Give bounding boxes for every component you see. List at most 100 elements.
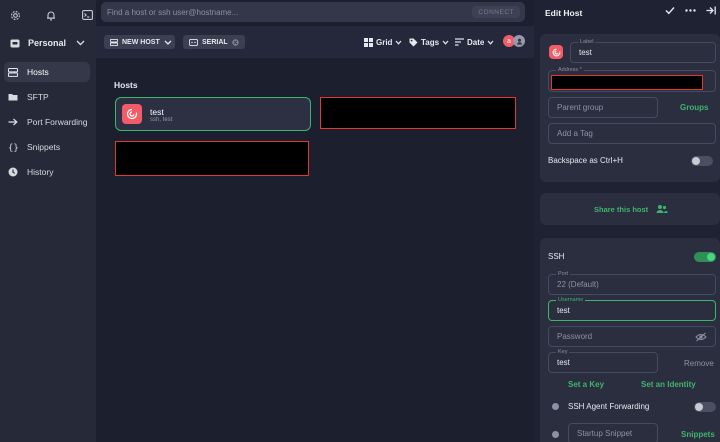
terminal-icon[interactable]: [80, 8, 94, 22]
host-card[interactable]: test ssh, test: [115, 97, 311, 131]
sort-date-dropdown[interactable]: Date: [455, 35, 494, 49]
username-value: test: [557, 306, 570, 315]
set-key-link[interactable]: Set a Key: [568, 380, 604, 389]
label-caption: Label: [578, 39, 596, 46]
parent-group-placeholder: Parent group: [557, 103, 604, 112]
debian-icon: [549, 45, 563, 59]
port-forwarding-icon: [8, 117, 18, 127]
vault-icon: [8, 36, 22, 50]
groups-link[interactable]: Groups: [680, 103, 708, 112]
main-content: Find a host or ssh user@hostname... CONN…: [96, 0, 534, 442]
add-tag-field[interactable]: Add a Tag: [548, 123, 716, 144]
backspace-toggle[interactable]: [691, 156, 713, 166]
sidebar-item-history[interactable]: History: [4, 162, 90, 182]
add-member-icon[interactable]: [513, 35, 525, 47]
set-identity-link[interactable]: Set an Identity: [641, 380, 696, 389]
redacted-address: [551, 75, 703, 90]
sidebar-item-label: SFTP: [27, 92, 49, 102]
sidebar-item-label: Snippets: [27, 142, 61, 152]
sidebar-item-label: Hosts: [27, 67, 49, 77]
hosts-icon: [8, 67, 18, 77]
ssh-label: SSH: [548, 252, 565, 261]
username-field[interactable]: Username test: [548, 297, 716, 321]
vault-label: Personal: [28, 38, 67, 48]
parent-group-field[interactable]: Parent group: [548, 97, 658, 118]
connect-button[interactable]: CONNECT: [472, 6, 520, 18]
host-details: ssh, test: [150, 117, 173, 123]
share-host-link[interactable]: Share this host: [594, 205, 648, 214]
search-input[interactable]: Find a host or ssh user@hostname...: [107, 8, 238, 17]
key-field[interactable]: Key test: [548, 349, 658, 373]
sort-icon: [455, 38, 464, 46]
svg-text:{}: {}: [8, 144, 18, 153]
sidebar-item-hosts[interactable]: Hosts: [4, 62, 90, 82]
general-card: Label test Address * Parent group Groups…: [540, 34, 720, 182]
chevron-down-icon: [396, 40, 402, 45]
serial-button[interactable]: SERIAL: [183, 35, 245, 49]
share-card[interactable]: Share this host: [540, 193, 720, 225]
agent-forwarding-toggle[interactable]: [694, 402, 716, 412]
serial-icon: [189, 38, 198, 46]
info-icon: [552, 403, 559, 410]
tags-label: Tags: [421, 37, 440, 47]
ssh-toggle[interactable]: [694, 252, 716, 262]
hosts-section-title: Hosts: [114, 80, 138, 90]
bell-icon[interactable]: [44, 8, 58, 22]
sidebar-nav: Hosts SFTP Port Forwarding {} Snippets H…: [0, 62, 96, 182]
sidebar-item-label: Port Forwarding: [27, 117, 88, 127]
eye-off-icon[interactable]: [695, 332, 707, 342]
redacted-host-card[interactable]: [320, 97, 516, 129]
checkmark-icon[interactable]: [665, 6, 675, 15]
startup-snippet-placeholder: Startup Snippet: [577, 429, 633, 438]
snippets-link[interactable]: Snippets: [681, 430, 715, 439]
date-label: Date: [467, 37, 485, 47]
host-name: test: [150, 107, 164, 117]
chevron-down-icon: [442, 40, 449, 45]
address-caption: Address *: [556, 67, 584, 74]
grid-icon: [364, 37, 373, 47]
sidebar-top-bar: [0, 0, 96, 30]
password-placeholder: Password: [557, 332, 593, 341]
collapse-panel-icon[interactable]: [706, 6, 716, 15]
startup-snippet-field[interactable]: Startup Snippet: [568, 423, 658, 442]
more-icon[interactable]: [685, 6, 696, 15]
backspace-label: Backspace as Ctrl+H: [548, 156, 623, 165]
tags-dropdown[interactable]: Tags: [409, 35, 449, 49]
folder-icon: [8, 92, 18, 102]
serial-label: SERIAL: [202, 38, 228, 46]
snippets-icon: {}: [8, 142, 18, 153]
sidebar: Personal Hosts SFTP Port Forwarding {} S…: [0, 0, 96, 442]
agent-forwarding-label: SSH Agent Forwarding: [568, 402, 650, 411]
server-icon: [110, 38, 118, 46]
chevron-down-icon[interactable]: [76, 38, 85, 48]
sidebar-item-port-forwarding[interactable]: Port Forwarding: [4, 112, 90, 132]
add-tag-placeholder: Add a Tag: [557, 129, 593, 138]
sidebar-item-snippets[interactable]: {} Snippets: [4, 137, 90, 157]
port-value: 22 (Default): [557, 280, 599, 289]
info-icon: [552, 431, 559, 438]
edit-host-panel: Edit Host Label test Address * Parent gr…: [534, 0, 720, 442]
close-icon[interactable]: [231, 38, 239, 46]
username-caption: Username: [556, 297, 586, 304]
label-value: test: [579, 48, 592, 57]
new-host-button[interactable]: NEW HOST: [104, 35, 166, 49]
search-bar[interactable]: Find a host or ssh user@hostname... CONN…: [101, 2, 525, 22]
port-field[interactable]: Port 22 (Default): [548, 271, 716, 295]
redacted-host-card[interactable]: [115, 141, 309, 176]
new-host-menu-button[interactable]: [161, 35, 175, 49]
view-grid-dropdown[interactable]: Grid: [364, 35, 402, 49]
password-field[interactable]: Password: [548, 326, 716, 347]
new-host-label: NEW HOST: [122, 38, 160, 46]
sidebar-item-sftp[interactable]: SFTP: [4, 87, 90, 107]
address-field[interactable]: Address *: [548, 67, 716, 92]
label-field[interactable]: Label test: [570, 39, 716, 63]
chevron-down-icon: [164, 40, 172, 45]
ssh-card: SSH Port 22 (Default) Username test Pass…: [540, 238, 720, 442]
gear-icon[interactable]: [8, 8, 22, 22]
app-window: Personal Hosts SFTP Port Forwarding {} S…: [0, 0, 720, 442]
remove-key-button[interactable]: Remove: [684, 359, 714, 368]
toolbar: NEW HOST SERIAL Grid Tags Date a: [96, 26, 534, 58]
users-icon: [656, 205, 668, 213]
tag-icon: [409, 38, 418, 46]
panel-title: Edit Host: [545, 8, 583, 18]
